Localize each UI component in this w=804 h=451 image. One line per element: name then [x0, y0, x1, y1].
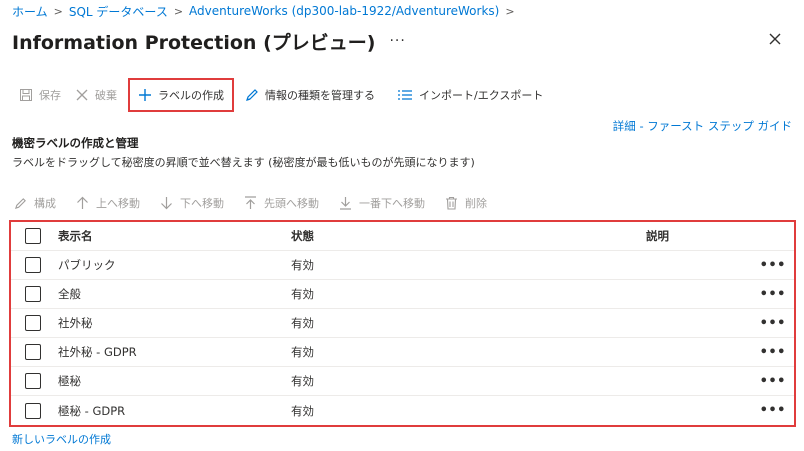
row-checkbox[interactable] [25, 257, 41, 273]
page-title: Information Protection (プレビュー) [12, 31, 376, 54]
list-icon [398, 90, 412, 100]
move-down-label: 下へ移動 [180, 197, 224, 210]
pencil-icon [14, 197, 26, 209]
label-actions-bar: 構成 上へ移動 下へ移動 先頭へ移動 一番下へ移動 削除 [14, 192, 507, 214]
plus-icon [139, 89, 151, 101]
pencil-icon [246, 89, 258, 101]
save-button[interactable]: 保存 [12, 78, 68, 112]
row-more-button[interactable]: ••• [760, 345, 786, 360]
breadcrumb-separator: > [505, 4, 515, 18]
configure-button[interactable]: 構成 [14, 195, 56, 211]
import-export-label: インポート/エクスポート [419, 89, 544, 102]
save-icon [20, 89, 32, 101]
move-to-top-label: 先頭へ移動 [264, 197, 319, 210]
more-options-button[interactable]: ··· [389, 33, 405, 49]
create-label-button[interactable]: ラベルの作成 [128, 78, 234, 112]
create-label-text: ラベルの作成 [158, 89, 224, 102]
label-state: 有効 [291, 345, 314, 359]
arrow-to-bottom-icon [340, 197, 351, 210]
breadcrumb-database[interactable]: AdventureWorks (dp300-lab-1922/Adventure… [189, 4, 499, 18]
discard-icon [76, 89, 88, 101]
row-more-button[interactable]: ••• [760, 374, 786, 389]
label-state: 有効 [291, 374, 314, 388]
labels-table: 表示名 状態 説明 パブリック 有効 ••• 全般 有効 ••• 社外秘 有効 … [9, 220, 796, 427]
delete-label: 削除 [465, 197, 487, 210]
label-state: 有効 [291, 316, 314, 330]
row-more-button[interactable]: ••• [760, 316, 786, 331]
move-to-bottom-label: 一番下へ移動 [359, 197, 425, 210]
discard-label: 破棄 [95, 89, 117, 102]
header-name[interactable]: 表示名 [58, 228, 93, 244]
move-up-button[interactable]: 上へ移動 [76, 195, 140, 211]
breadcrumb-separator: > [53, 4, 63, 18]
import-export-button[interactable]: インポート/エクスポート [390, 78, 550, 112]
close-button[interactable] [766, 30, 784, 48]
label-state: 有効 [291, 403, 314, 418]
label-state: 有効 [291, 287, 314, 301]
section-description: ラベルをドラッグして秘密度の昇順で並べ替えます (秘密度が最も低いものが先頭にな… [12, 156, 475, 169]
manage-info-types-label: 情報の種類を管理する [265, 89, 375, 102]
configure-label: 構成 [34, 197, 56, 210]
breadcrumb-sql-databases[interactable]: SQL データベース [69, 3, 168, 20]
delete-button[interactable]: 削除 [445, 195, 487, 211]
arrow-to-top-icon [245, 196, 256, 209]
discard-button[interactable]: 破棄 [68, 78, 124, 112]
arrow-up-icon [77, 196, 88, 209]
breadcrumb: ホーム > SQL データベース > AdventureWorks (dp300… [12, 3, 521, 19]
header-state[interactable]: 状態 [291, 228, 314, 244]
move-to-top-button[interactable]: 先頭へ移動 [244, 195, 319, 211]
close-icon [769, 33, 781, 45]
row-checkbox[interactable] [25, 402, 41, 419]
move-to-bottom-button[interactable]: 一番下へ移動 [339, 195, 425, 211]
label-state: 有効 [291, 258, 314, 272]
label-name: 極秘 [58, 374, 81, 388]
getting-started-guide-link[interactable]: 詳細 - ファースト ステップ ガイド [613, 118, 792, 134]
move-up-label: 上へ移動 [96, 197, 140, 210]
new-label-link[interactable]: 新しいラベルの作成 [12, 431, 111, 447]
row-checkbox[interactable] [25, 315, 41, 331]
move-down-button[interactable]: 下へ移動 [160, 195, 224, 211]
table-row[interactable]: パブリック 有効 ••• [11, 251, 794, 280]
row-checkbox[interactable] [25, 344, 41, 360]
row-more-button[interactable]: ••• [760, 287, 786, 302]
label-name: 極秘 - GDPR [58, 403, 126, 418]
label-name: パブリック [58, 258, 116, 272]
breadcrumb-separator: > [173, 4, 184, 18]
label-name: 全般 [58, 287, 81, 301]
table-row[interactable]: 全般 有効 ••• [11, 280, 794, 309]
table-row[interactable]: 極秘 有効 ••• [11, 367, 794, 396]
row-more-button[interactable]: ••• [760, 403, 786, 418]
header-description[interactable]: 説明 [646, 228, 669, 244]
row-more-button[interactable]: ••• [760, 258, 786, 273]
label-name: 社外秘 - GDPR [58, 345, 137, 359]
table-row[interactable]: 社外秘 有効 ••• [11, 309, 794, 338]
title-row: Information Protection (プレビュー) ··· [12, 28, 406, 54]
section-title: 機密ラベルの作成と管理 [12, 136, 139, 150]
save-label: 保存 [39, 89, 61, 102]
manage-info-types-button[interactable]: 情報の種類を管理する [238, 78, 382, 112]
command-bar: 保存 破棄 ラベルの作成 情報の種類を管理する インポート/エクスポート [12, 78, 550, 112]
arrow-down-icon [161, 197, 172, 210]
select-all-checkbox[interactable] [25, 228, 41, 244]
row-checkbox[interactable] [25, 373, 41, 389]
row-checkbox[interactable] [25, 286, 41, 302]
table-header: 表示名 状態 説明 [11, 222, 794, 251]
trash-icon [446, 196, 457, 210]
table-row[interactable]: 社外秘 - GDPR 有効 ••• [11, 338, 794, 367]
label-name: 社外秘 [58, 316, 93, 330]
table-row[interactable]: 極秘 - GDPR 有効 ••• [11, 396, 794, 425]
breadcrumb-home[interactable]: ホーム [12, 3, 48, 20]
